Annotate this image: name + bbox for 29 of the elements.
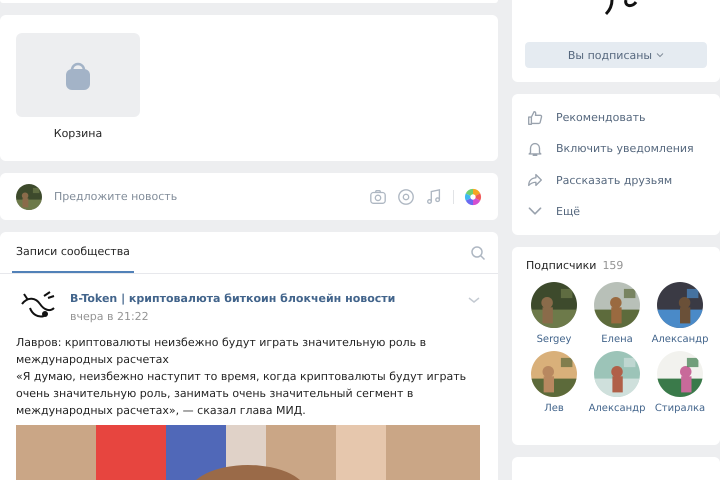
post-author-link[interactable]: B-Token | криптовалюта биткоин блокчейн новости — [70, 292, 454, 305]
action-link[interactable]: Ещё — [526, 196, 706, 227]
action-link[interactable]: Рассказать друзьям — [526, 164, 706, 196]
follower-name[interactable]: Лев — [544, 403, 564, 414]
post-text: Лавров: криптовалюты неизбежно будут играть значительную роль в международных расчетах — [16, 335, 428, 368]
color-wheel-icon[interactable] — [464, 188, 482, 206]
action-link[interactable]: Включить уведомления — [526, 133, 706, 164]
thumbs-up-icon — [526, 108, 544, 127]
caret-icon — [656, 51, 664, 59]
video-icon[interactable] — [397, 188, 415, 206]
followers-title: Подписчики — [526, 259, 596, 272]
post-time: вчера в 21:22 — [70, 310, 150, 323]
product-name: Корзина — [54, 127, 102, 140]
tab[interactable]: Записи сообщества — [12, 232, 134, 273]
follower-name[interactable]: Александр — [588, 403, 646, 414]
product-thumbnail[interactable] — [16, 33, 140, 117]
follower-name[interactable]: Елена — [601, 334, 633, 345]
post-text: «Я думаю, неизбежно наступит то время, когда криптовалюты будут играть очень значительную роль, занимать очень значительный сегмент в международных расчетах», — сказал глава МИД. — [16, 369, 468, 419]
subscribed-button[interactable]: Вы подписаны — [525, 42, 707, 68]
follower-name[interactable]: Стиралка — [654, 403, 706, 414]
suggest-post-field[interactable]: Предложите новость — [52, 189, 359, 204]
search-icon[interactable] — [470, 244, 486, 260]
music-note-icon[interactable] — [425, 188, 443, 206]
camera-icon[interactable] — [369, 188, 387, 206]
action-link[interactable]: Рекомендовать — [526, 102, 706, 134]
chevron-down-icon — [526, 206, 544, 216]
follower-name[interactable]: Александр — [652, 334, 708, 345]
followers-count: 159 — [602, 259, 624, 272]
follower-name[interactable]: Sergey — [536, 334, 572, 345]
